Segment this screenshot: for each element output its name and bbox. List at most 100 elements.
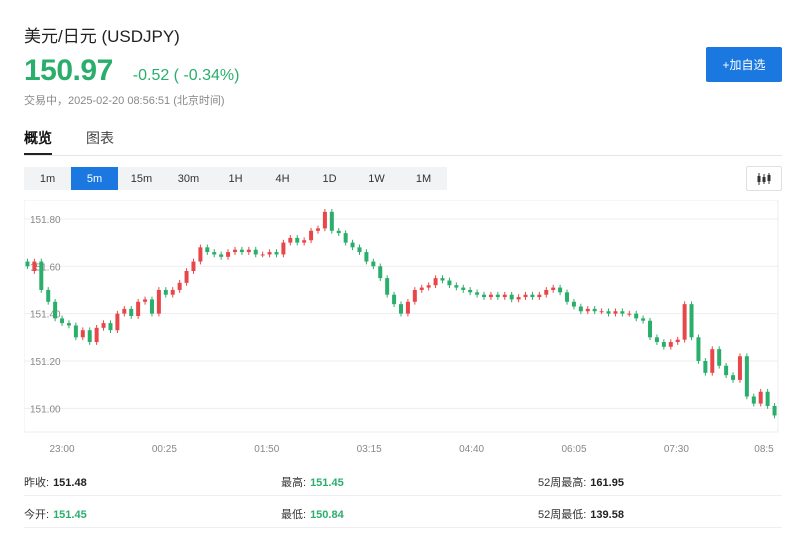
candle-body bbox=[544, 289, 549, 295]
current-price: 150.97 bbox=[24, 54, 113, 87]
candle-body bbox=[585, 308, 590, 312]
interval-1d[interactable]: 1D bbox=[306, 167, 353, 190]
chart-type-button[interactable] bbox=[746, 166, 782, 191]
stat-52w-low: 52周最低: 139.58 bbox=[538, 506, 624, 522]
candle-body bbox=[710, 349, 715, 373]
candle-body bbox=[343, 233, 348, 243]
candle-body bbox=[620, 311, 625, 314]
candle-body bbox=[288, 237, 293, 243]
candle-body bbox=[302, 240, 307, 243]
candle-body bbox=[177, 282, 182, 290]
candle-body bbox=[751, 396, 756, 404]
candle-body bbox=[461, 287, 466, 290]
candle-body bbox=[122, 308, 127, 314]
candle-body bbox=[502, 294, 507, 298]
candle-body bbox=[136, 301, 141, 316]
stat-label: 最低: bbox=[281, 509, 307, 521]
candle-body bbox=[426, 285, 431, 288]
candle-body bbox=[253, 249, 258, 255]
stat-52w-high: 52周最高: 161.95 bbox=[538, 474, 624, 490]
instrument-title: 美元/日元 (USDJPY) bbox=[24, 27, 180, 46]
candle-body bbox=[668, 342, 673, 347]
price-change: -0.52 ( -0.34%) bbox=[132, 67, 240, 84]
candle-body bbox=[315, 228, 320, 231]
candle-body bbox=[212, 252, 217, 255]
stat-label: 今开: bbox=[24, 509, 50, 521]
add-watchlist-button[interactable]: +加自选 bbox=[706, 47, 782, 82]
candle-body bbox=[578, 306, 583, 312]
candle-body bbox=[537, 294, 542, 298]
tab-chart[interactable]: 图表 bbox=[86, 128, 114, 156]
candle-body bbox=[66, 323, 71, 326]
y-tick-label: 151.00 bbox=[30, 404, 61, 415]
candle-body bbox=[565, 292, 570, 302]
candle-body bbox=[170, 289, 175, 295]
candle-body bbox=[648, 320, 653, 338]
candle-body bbox=[281, 242, 286, 255]
interval-30m[interactable]: 30m bbox=[165, 167, 212, 190]
candle-body bbox=[399, 304, 403, 314]
candle-body bbox=[717, 349, 722, 366]
x-tick-label: 06:05 bbox=[561, 444, 586, 455]
candle-body bbox=[108, 323, 113, 331]
candle-body bbox=[433, 278, 438, 286]
view-tabs: 概览 图表 bbox=[24, 128, 148, 156]
stat-label: 52周最低: bbox=[538, 509, 587, 521]
candle-body bbox=[295, 237, 300, 243]
candle-body bbox=[530, 294, 535, 298]
stat-low: 最低: 150.84 bbox=[281, 506, 344, 522]
candle-body bbox=[654, 337, 659, 343]
price-chart[interactable]: 151.00151.20151.40151.60151.8023:00 00:25… bbox=[24, 200, 782, 462]
stat-high: 最高: 151.45 bbox=[281, 474, 344, 490]
candle-body bbox=[558, 287, 563, 293]
interval-15m[interactable]: 15m bbox=[118, 167, 165, 190]
candle-body bbox=[412, 289, 417, 302]
candle-body bbox=[392, 294, 397, 305]
candle-body bbox=[239, 249, 244, 253]
candle-body bbox=[191, 261, 196, 272]
candle-body bbox=[198, 247, 203, 262]
candle-body bbox=[32, 261, 37, 272]
candle-body bbox=[246, 249, 251, 253]
interval-1m[interactable]: 1m bbox=[24, 167, 71, 190]
tab-overview[interactable]: 概览 bbox=[24, 128, 52, 156]
candle-body bbox=[309, 230, 314, 241]
stat-open: 今开: 151.45 bbox=[24, 506, 87, 522]
candle-body bbox=[468, 289, 473, 293]
candle-body bbox=[357, 247, 362, 253]
x-tick-label: 00:25 bbox=[152, 444, 177, 455]
x-tick-label: 07:30 bbox=[664, 444, 689, 455]
candle-body bbox=[661, 342, 666, 347]
candle-body bbox=[765, 391, 770, 406]
interval-1w[interactable]: 1W bbox=[353, 167, 400, 190]
price-row: 150.97 -0.52 ( -0.34%) bbox=[24, 54, 239, 88]
candle-body bbox=[378, 266, 383, 279]
candle-body bbox=[696, 337, 701, 361]
interval-5m[interactable]: 5m bbox=[71, 167, 118, 190]
interval-1h[interactable]: 1H bbox=[212, 167, 259, 190]
stat-prev-close: 昨收: 151.48 bbox=[24, 474, 87, 490]
candle-body bbox=[440, 278, 445, 281]
candle-body bbox=[184, 271, 189, 283]
stat-value: 161.95 bbox=[590, 477, 624, 489]
candle-body bbox=[495, 294, 500, 298]
candle-body bbox=[329, 211, 334, 231]
candle-body bbox=[682, 304, 687, 340]
stats-row-2: 今开: 151.45 最低: 150.84 52周最低: 139.58 bbox=[24, 498, 782, 528]
x-tick-label: 04:40 bbox=[459, 444, 484, 455]
candle-body bbox=[641, 318, 646, 321]
candle-body bbox=[599, 311, 604, 313]
stat-value: 151.45 bbox=[310, 477, 344, 489]
stat-value: 151.45 bbox=[53, 509, 87, 521]
interval-4h[interactable]: 4H bbox=[259, 167, 306, 190]
stat-label: 52周最高: bbox=[538, 477, 587, 489]
candle-body bbox=[772, 405, 777, 416]
stats-row-1: 昨收: 151.48 最高: 151.45 52周最高: 161.95 bbox=[24, 466, 782, 496]
stat-label: 最高: bbox=[281, 477, 307, 489]
candle-body bbox=[364, 252, 369, 262]
candle-body bbox=[758, 391, 763, 404]
candle-body bbox=[592, 308, 597, 312]
candle-body bbox=[143, 299, 148, 302]
interval-1mo[interactable]: 1M bbox=[400, 167, 447, 190]
candle-body bbox=[205, 247, 210, 253]
